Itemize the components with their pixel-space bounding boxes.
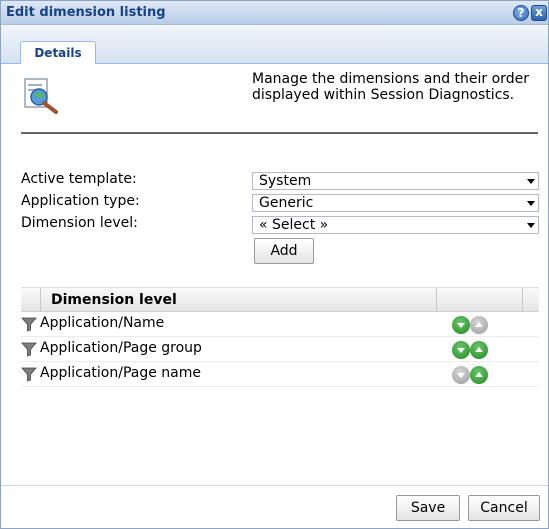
save-button[interactable]: Save: [396, 495, 460, 521]
edit-dimension-dialog: Edit dimension listing ? x Details Manag…: [0, 0, 549, 529]
cancel-button[interactable]: Cancel: [468, 495, 540, 521]
move-up-icon: [470, 316, 488, 334]
move-up-icon[interactable]: [470, 366, 488, 384]
search-icon: [24, 78, 58, 114]
dialog-titlebar[interactable]: Edit dimension listing ? x: [1, 1, 548, 25]
divider: [21, 132, 538, 134]
page-description: Manage the dimensions and their order di…: [252, 71, 529, 103]
table-row[interactable]: Application/Page group: [21, 337, 539, 362]
application-type-value: Generic: [259, 195, 314, 211]
column-separator: [436, 288, 437, 312]
column-separator: [40, 288, 41, 312]
tab-strip: Details: [1, 26, 548, 64]
dimension-level-select[interactable]: « Select »: [252, 216, 539, 234]
row-label: Application/Page group: [40, 340, 202, 356]
move-down-icon[interactable]: [452, 341, 470, 359]
chevron-down-icon: [527, 223, 535, 228]
active-template-label: Active template:: [21, 171, 137, 187]
active-template-select[interactable]: System: [252, 172, 539, 190]
table-row[interactable]: Application/Name: [21, 312, 539, 337]
help-icon[interactable]: ?: [513, 5, 529, 21]
filter-icon: [21, 367, 37, 382]
filter-icon: [21, 317, 37, 332]
footer-divider: [1, 485, 548, 486]
filter-icon: [21, 342, 37, 357]
dimension-grid: Dimension level Application/Name Applica…: [21, 287, 539, 387]
chevron-down-icon: [527, 201, 535, 206]
move-down-icon[interactable]: [452, 316, 470, 334]
dimension-level-label: Dimension level:: [21, 215, 138, 231]
active-template-value: System: [259, 173, 312, 189]
table-row[interactable]: Application/Page name: [21, 362, 539, 387]
row-label: Application/Page name: [40, 365, 201, 381]
move-up-icon[interactable]: [470, 341, 488, 359]
application-type-select[interactable]: Generic: [252, 194, 539, 212]
move-down-icon: [452, 366, 470, 384]
row-label: Application/Name: [40, 315, 165, 331]
application-type-label: Application type:: [21, 193, 140, 209]
close-icon[interactable]: x: [531, 5, 547, 21]
details-panel: Manage the dimensions and their order di…: [11, 65, 539, 485]
column-separator: [522, 288, 523, 312]
grid-header: Dimension level: [21, 287, 539, 312]
dimension-level-column-header[interactable]: Dimension level: [51, 292, 177, 308]
add-button[interactable]: Add: [254, 238, 314, 264]
dialog-title: Edit dimension listing: [6, 5, 166, 20]
dimension-level-value: « Select »: [259, 217, 329, 233]
tab-details[interactable]: Details: [20, 41, 96, 64]
chevron-down-icon: [527, 179, 535, 184]
